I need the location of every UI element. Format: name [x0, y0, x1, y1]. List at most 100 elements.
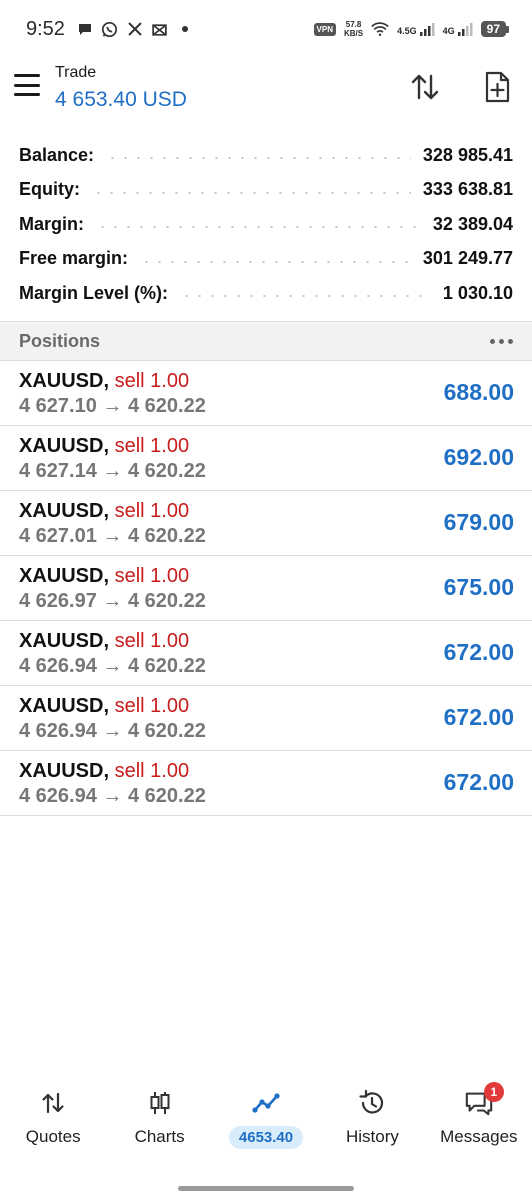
- leader-dots: [140, 260, 411, 263]
- whatsapp-icon: [101, 20, 119, 38]
- position-row[interactable]: XAUUSD, sell 1.00 4 626.94 → 4 620.22 67…: [0, 751, 532, 816]
- position-symbol: XAUUSD,: [19, 565, 110, 587]
- position-title: XAUUSD, sell 1.00: [19, 565, 189, 588]
- position-title: XAUUSD, sell 1.00: [19, 630, 189, 653]
- position-title: XAUUSD, sell 1.00: [19, 695, 189, 718]
- summary-value: 1 030.10: [442, 282, 513, 303]
- summary-row-margin-level: Margin Level (%): 1 030.10: [0, 276, 532, 311]
- signal-bars-icon: [419, 23, 435, 36]
- messages-icon: 1: [464, 1082, 504, 1118]
- position-row[interactable]: XAUUSD, sell 1.00 4 626.97 → 4 620.22 67…: [0, 556, 532, 621]
- position-row[interactable]: XAUUSD, sell 1.00 4 626.94 → 4 620.22 67…: [0, 686, 532, 751]
- chat-bubble-icon: [76, 20, 94, 38]
- position-prices: 4 627.10 → 4 620.22: [19, 395, 206, 417]
- summary-value: 32 389.04: [432, 213, 513, 234]
- position-side: sell 1.00: [114, 760, 190, 782]
- app-header: Trade 4 653.40 USD: [0, 58, 532, 120]
- positions-title: Positions: [19, 330, 101, 351]
- position-symbol: XAUUSD,: [19, 500, 110, 522]
- position-profit: 672.00: [443, 704, 514, 730]
- position-side: sell 1.00: [114, 500, 190, 522]
- position-row[interactable]: XAUUSD, sell 1.00 4 627.14 → 4 620.22 69…: [0, 426, 532, 491]
- position-title: XAUUSD, sell 1.00: [19, 435, 189, 458]
- nav-messages[interactable]: 1 Messages: [426, 1080, 532, 1160]
- position-title: XAUUSD, sell 1.00: [19, 370, 189, 393]
- x-icon: [126, 20, 144, 38]
- position-side: sell 1.00: [114, 370, 190, 392]
- position-symbol: XAUUSD,: [19, 630, 110, 652]
- position-title: XAUUSD, sell 1.00: [19, 500, 189, 523]
- status-left: 9:52: [26, 18, 194, 41]
- positions-section-header: Positions: [0, 321, 532, 361]
- position-row[interactable]: XAUUSD, sell 1.00 4 626.94 → 4 620.22 67…: [0, 621, 532, 686]
- summary-label: Free margin:: [19, 248, 129, 269]
- position-symbol: XAUUSD,: [19, 695, 110, 717]
- position-profit: 692.00: [443, 444, 514, 470]
- position-profit: 672.00: [443, 769, 514, 795]
- status-right: VPN 57.8 KB/S 4.5G 4G 97: [313, 20, 510, 38]
- net-speed: 57.8 KB/S: [344, 20, 363, 38]
- summary-value: 328 985.41: [422, 144, 513, 165]
- more-options-icon[interactable]: [490, 333, 513, 350]
- position-prices: 4 626.97 → 4 620.22: [19, 590, 206, 612]
- signal-label-1: 4.5G: [397, 26, 417, 36]
- new-order-icon[interactable]: [480, 70, 514, 104]
- position-row[interactable]: XAUUSD, sell 1.00 4 627.01 → 4 620.22 67…: [0, 491, 532, 556]
- position-profit: 679.00: [443, 509, 514, 535]
- nav-label: History: [345, 1127, 399, 1146]
- summary-label: Equity:: [19, 179, 80, 200]
- leader-dots: [92, 191, 411, 194]
- notification-badge: 1: [483, 1082, 504, 1102]
- status-time: 9:52: [26, 17, 65, 40]
- position-profit: 688.00: [443, 379, 514, 405]
- nav-label: 4653.40: [228, 1126, 304, 1149]
- account-summary: Balance: 328 985.41 Equity: 333 638.81 M…: [0, 138, 532, 311]
- summary-value: 301 249.77: [422, 248, 513, 269]
- leader-dots: [180, 295, 431, 298]
- position-row[interactable]: XAUUSD, sell 1.00 4 627.10 → 4 620.22 68…: [0, 361, 532, 426]
- nav-label: Charts: [134, 1127, 185, 1146]
- candlestick-icon: [145, 1088, 175, 1118]
- position-side: sell 1.00: [114, 695, 190, 717]
- sort-icon[interactable]: [408, 70, 442, 104]
- bottom-nav: Quotes Charts 4653.40 History 1 Messages: [0, 1080, 532, 1160]
- position-prices: 4 626.94 → 4 620.22: [19, 655, 206, 677]
- nav-label: Messages: [440, 1127, 518, 1146]
- summary-label: Margin Level (%):: [19, 282, 169, 303]
- position-prices: 4 627.14 → 4 620.22: [19, 460, 206, 482]
- nav-quotes[interactable]: Quotes: [0, 1080, 106, 1160]
- position-title: XAUUSD, sell 1.00: [19, 760, 189, 783]
- position-prices: 4 626.94 → 4 620.22: [19, 785, 206, 807]
- dot-icon: [176, 20, 194, 38]
- summary-row-free-margin: Free margin: 301 249.77: [0, 242, 532, 277]
- position-symbol: XAUUSD,: [19, 760, 110, 782]
- wifi-icon: [371, 20, 389, 38]
- history-clock-icon: [357, 1088, 387, 1118]
- position-profit: 672.00: [443, 639, 514, 665]
- nav-charts[interactable]: Charts: [106, 1080, 212, 1160]
- position-profit: 675.00: [443, 574, 514, 600]
- net-speed-unit: KB/S: [343, 29, 364, 38]
- nav-trade[interactable]: 4653.40: [213, 1080, 319, 1160]
- signal-bars-icon: [457, 23, 473, 36]
- nav-history[interactable]: History: [319, 1080, 425, 1160]
- summary-value: 333 638.81: [422, 179, 513, 200]
- capcut-icon: [151, 20, 169, 38]
- quotes-arrows-icon: [38, 1088, 68, 1118]
- summary-label: Balance:: [19, 144, 95, 165]
- status-bar: 9:52 VPN 57.8 KB/S 4.5G 4G 97: [0, 0, 532, 58]
- signal-label-2: 4G: [442, 26, 455, 36]
- signal-4-5g: 4.5G: [397, 22, 435, 36]
- header-balance: 4 653.40 USD: [55, 88, 187, 111]
- summary-row-margin: Margin: 32 389.04: [0, 207, 532, 242]
- menu-icon[interactable]: [14, 74, 40, 96]
- leader-dots: [96, 226, 421, 229]
- battery-indicator: 97: [480, 21, 510, 37]
- home-indicator[interactable]: [178, 1186, 354, 1191]
- summary-row-balance: Balance: 328 985.41: [0, 138, 532, 173]
- position-side: sell 1.00: [114, 565, 190, 587]
- summary-label: Margin:: [19, 213, 84, 234]
- nav-label: Quotes: [25, 1127, 81, 1146]
- position-symbol: XAUUSD,: [19, 435, 110, 457]
- page-title: Trade: [55, 64, 97, 81]
